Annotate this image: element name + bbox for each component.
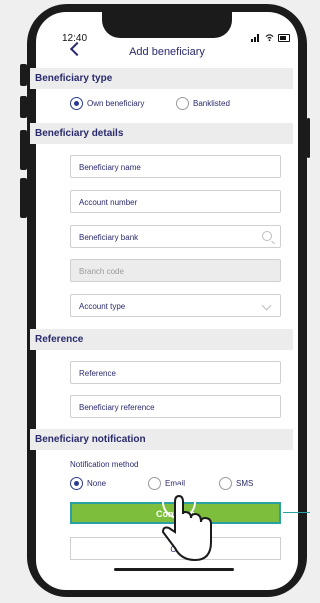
radio-unselected-icon[interactable] [176,97,189,110]
page-title: Add beneficiary [129,46,205,58]
section-reference: Reference [30,329,293,350]
section-title: Beneficiary details [35,128,124,139]
field-placeholder: Beneficiary reference [79,403,155,412]
section-title: Reference [35,334,84,345]
section-beneficiary-type: Beneficiary type [30,68,293,89]
branch-code-input: Branch code [70,259,281,282]
radio-label: Own beneficiary [87,99,145,108]
radio-banklisted[interactable]: Banklisted [176,97,230,110]
notification-method-label: Notification method [70,460,139,469]
radio-own-beneficiary[interactable]: Own beneficiary [70,97,144,110]
radio-none[interactable]: None [70,477,106,490]
account-number-input[interactable]: Account number [70,190,281,213]
section-title: Beneficiary notification [35,434,146,445]
section-notification: Beneficiary notification [30,429,293,450]
phone-notch [102,12,232,38]
field-placeholder: Account number [79,198,138,207]
radio-selected-icon[interactable] [70,477,83,490]
home-indicator [114,568,234,571]
signal-icon [251,33,261,42]
account-type-select[interactable]: Account type [70,294,281,317]
search-icon[interactable] [262,231,272,241]
field-placeholder: Account type [79,302,126,311]
phone-side-button [20,96,27,118]
section-title: Beneficiary type [35,73,113,84]
radio-label: Banklisted [193,99,230,108]
field-placeholder: Beneficiary name [79,163,141,172]
field-placeholder: Branch code [79,267,124,276]
beneficiary-reference-input[interactable]: Beneficiary reference [70,395,281,418]
radio-selected-icon[interactable] [70,97,83,110]
reference-input[interactable]: Reference [70,361,281,384]
beneficiary-bank-input[interactable]: Beneficiary bank [70,225,281,248]
chevron-down-icon [261,300,272,311]
wifi-icon [265,34,274,42]
callout-line [283,512,310,513]
field-placeholder: Beneficiary bank [79,233,139,242]
field-placeholder: Reference [79,369,116,378]
phone-side-button [20,130,27,170]
beneficiary-name-input[interactable]: Beneficiary name [70,155,281,178]
phone-side-button [20,64,27,86]
phone-side-button [20,178,27,218]
radio-label: None [87,479,107,488]
section-beneficiary-details: Beneficiary details [30,123,293,144]
status-icons [251,33,290,42]
radio-label: SMS [236,479,254,488]
status-time: 12:40 [62,33,88,44]
phone-power-button [307,118,310,158]
battery-icon [278,33,290,42]
tap-hand-icon [161,485,212,562]
